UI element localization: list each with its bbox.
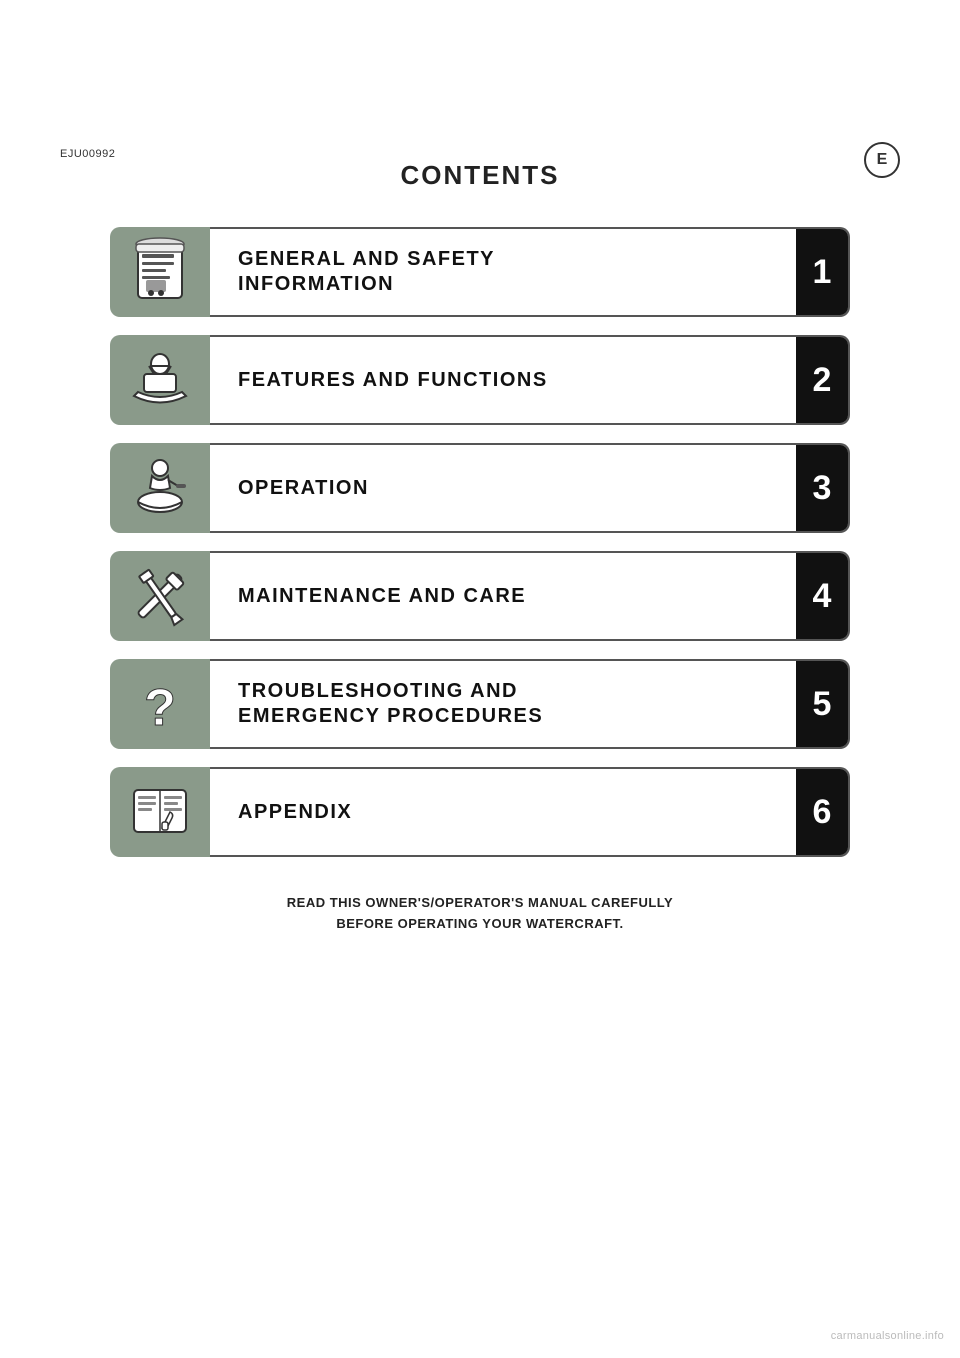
footer-line2: BEFORE OPERATING YOUR WATERCRAFT.	[287, 914, 673, 935]
doc-id: EJU00992	[60, 148, 115, 160]
features-icon	[110, 335, 210, 425]
toc-label-box-maintenance-care: MAINTENANCE AND CARE 4	[210, 551, 850, 641]
operation-icon	[110, 443, 210, 533]
footer-line1: READ THIS OWNER'S/OPERATOR'S MANUAL CARE…	[287, 893, 673, 914]
page-title: CONTENTS	[401, 160, 560, 191]
toc-label-box-general-safety: GENERAL AND SAFETYINFORMATION 1	[210, 227, 850, 317]
toc-number-features-functions: 2	[796, 337, 848, 423]
footer-note: READ THIS OWNER'S/OPERATOR'S MANUAL CARE…	[287, 893, 673, 935]
toc-number-appendix: 6	[796, 769, 848, 855]
toc-label-box-troubleshooting: TROUBLESHOOTING ANDEMERGENCY PROCEDURES …	[210, 659, 850, 749]
question-icon: ?	[110, 659, 210, 749]
svg-text:?: ?	[144, 679, 176, 737]
toc-item-operation[interactable]: OPERATION 3	[110, 443, 850, 533]
manual-icon	[110, 227, 210, 317]
lang-badge: E	[864, 142, 900, 178]
toc-label-maintenance-care: MAINTENANCE AND CARE	[238, 584, 526, 609]
toc-number-general-safety: 1	[796, 229, 848, 315]
toc-label-general-safety: GENERAL AND SAFETYINFORMATION	[238, 247, 495, 297]
toc-item-appendix[interactable]: APPENDIX 6	[110, 767, 850, 857]
toc-item-troubleshooting[interactable]: ? TROUBLESHOOTING ANDEMERGENCY PROCEDURE…	[110, 659, 850, 749]
toc-number-maintenance-care: 4	[796, 553, 848, 639]
toc-item-features-functions[interactable]: FEATURES AND FUNCTIONS 2	[110, 335, 850, 425]
tools-icon	[110, 551, 210, 641]
toc-label-troubleshooting: TROUBLESHOOTING ANDEMERGENCY PROCEDURES	[238, 679, 543, 729]
toc-item-maintenance-care[interactable]: MAINTENANCE AND CARE 4	[110, 551, 850, 641]
toc-label-features-functions: FEATURES AND FUNCTIONS	[238, 368, 548, 393]
watermark: carmanualsonline.info	[831, 1330, 944, 1342]
toc-label-box-appendix: APPENDIX 6	[210, 767, 850, 857]
toc-item-general-safety[interactable]: GENERAL AND SAFETYINFORMATION 1	[110, 227, 850, 317]
toc-number-troubleshooting: 5	[796, 661, 848, 747]
toc-label-operation: OPERATION	[238, 476, 369, 501]
toc-number-operation: 3	[796, 445, 848, 531]
toc-label-box-features-functions: FEATURES AND FUNCTIONS 2	[210, 335, 850, 425]
toc-list: GENERAL AND SAFETYINFORMATION 1 FEATURES…	[110, 227, 850, 857]
toc-label-appendix: APPENDIX	[238, 800, 352, 825]
toc-label-box-operation: OPERATION 3	[210, 443, 850, 533]
appendix-icon	[110, 767, 210, 857]
page: EJU00992 E CONTENTS GENERAL AND SAFETYIN…	[0, 0, 960, 1358]
